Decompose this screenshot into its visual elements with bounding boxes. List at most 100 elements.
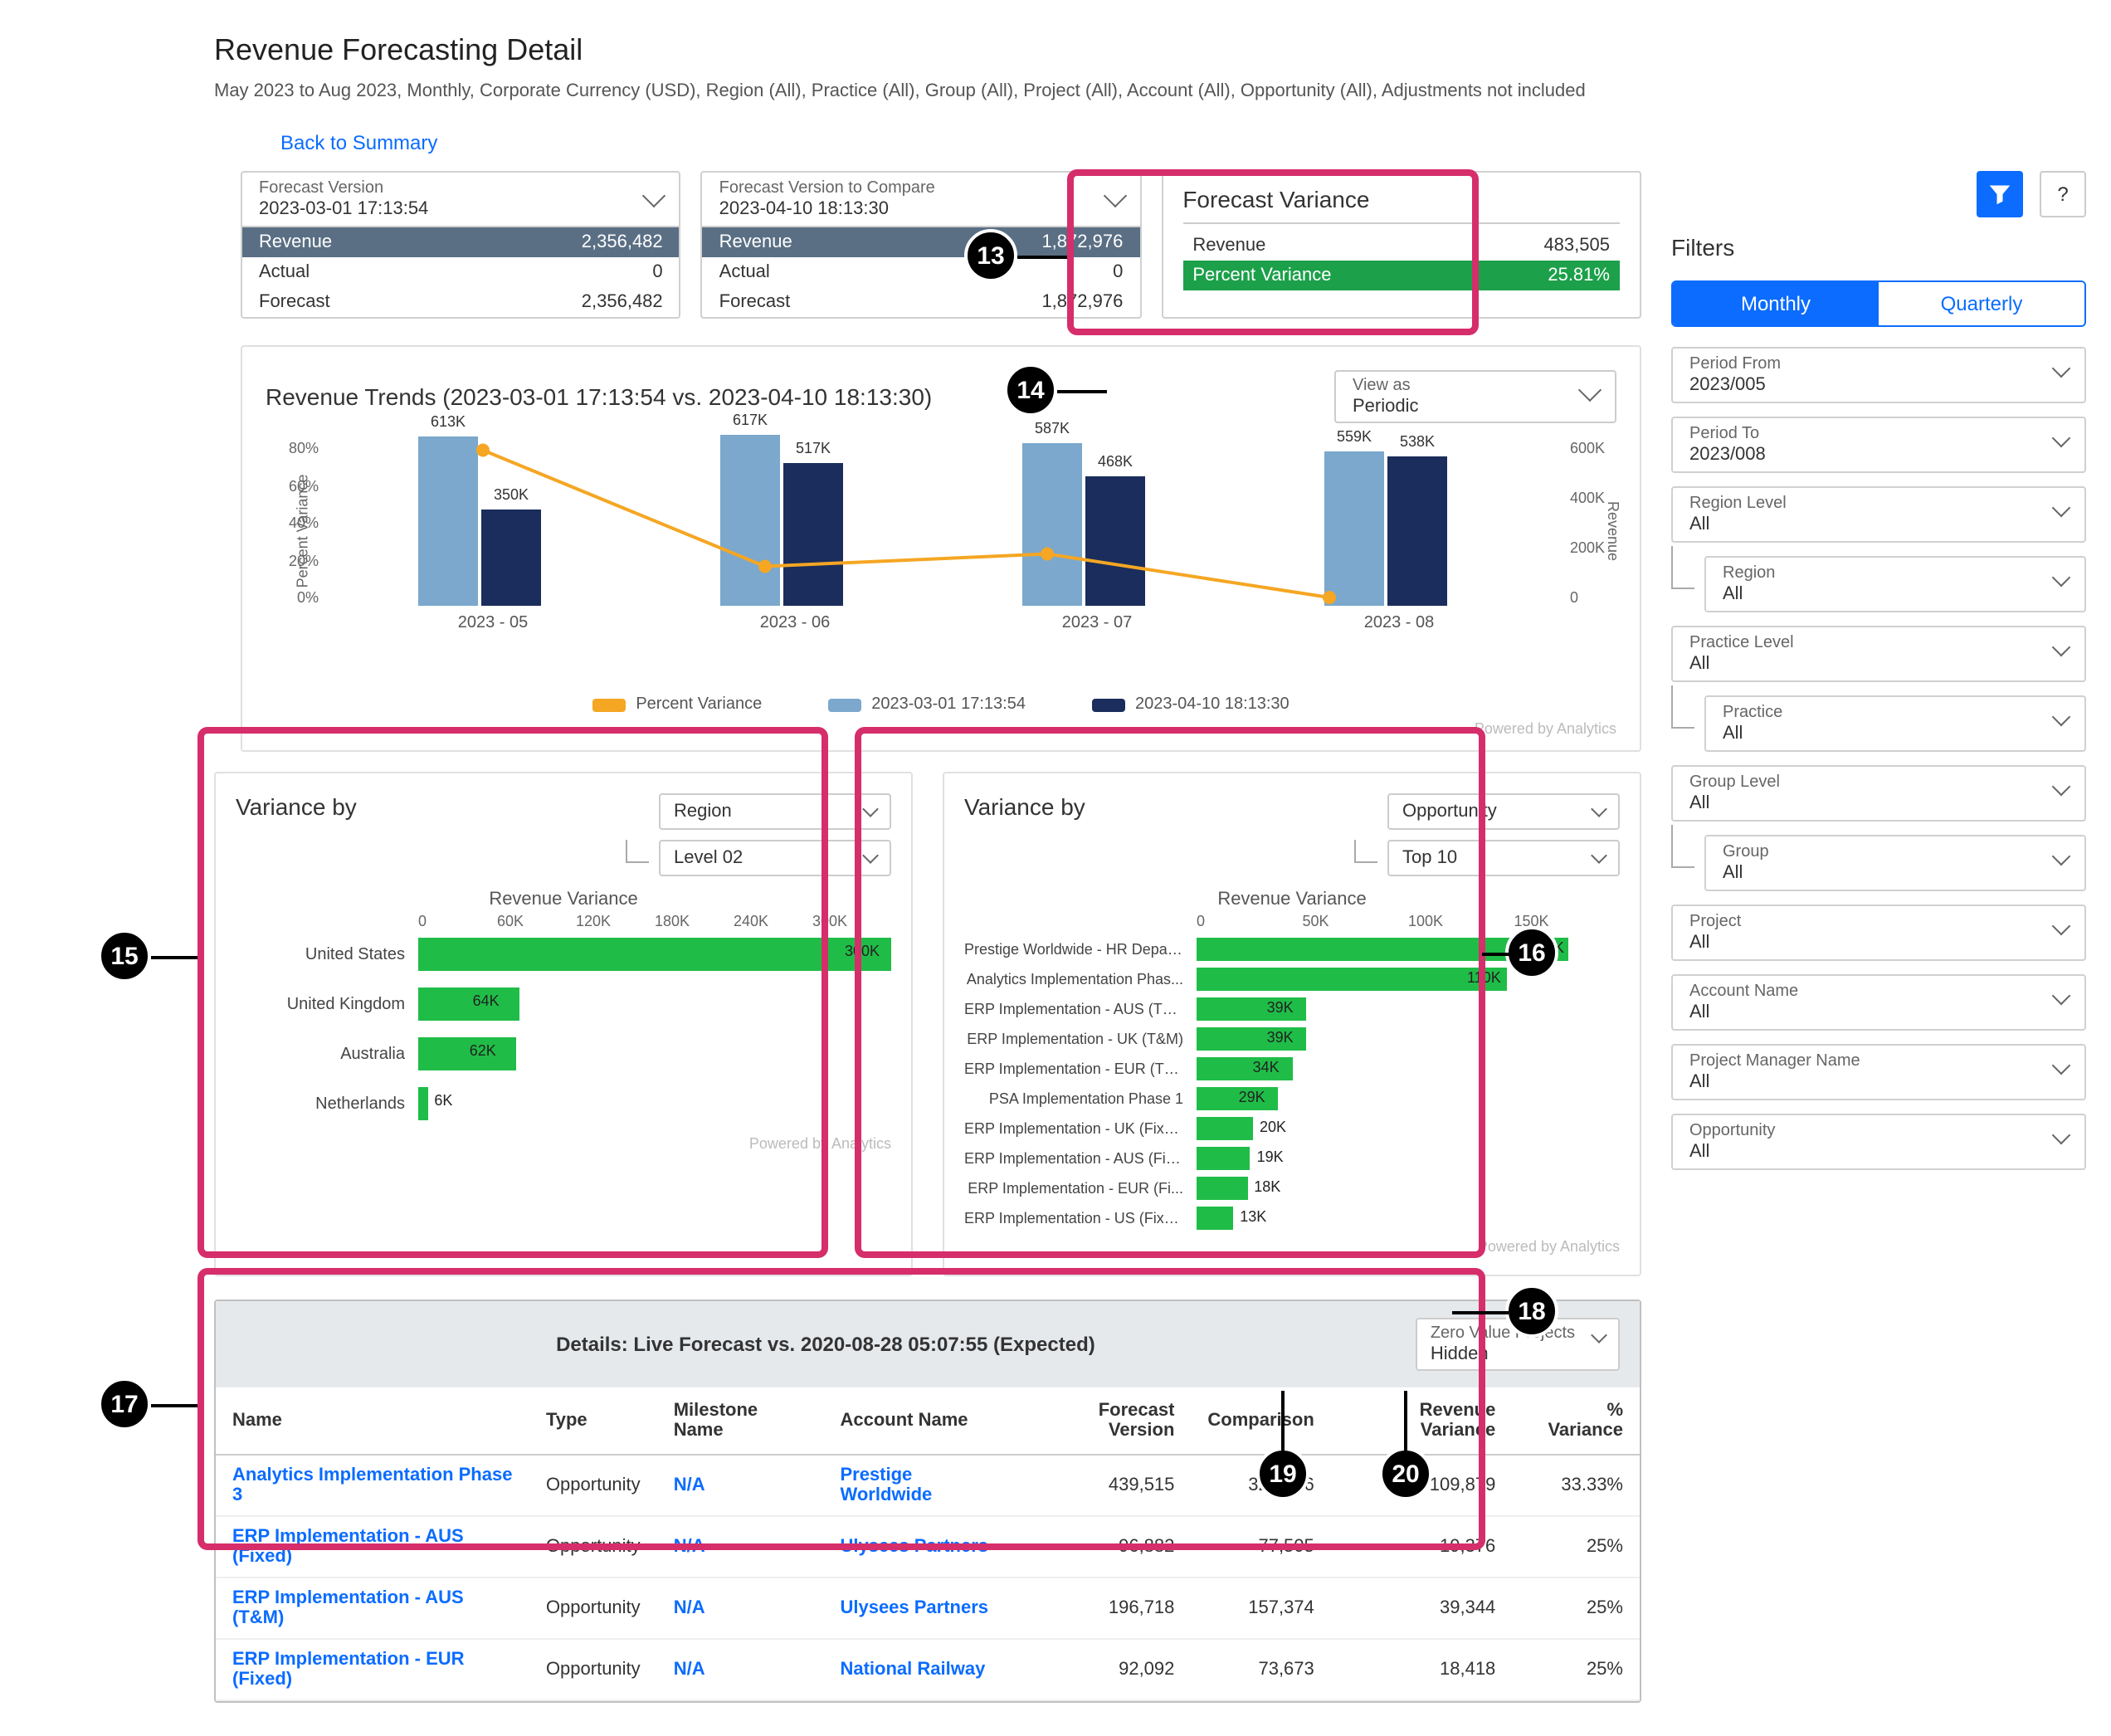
variance-percent-row: Percent Variance25.81% [1182,261,1620,290]
table-row: ERP Implementation - AUS (T&M)Opportunit… [216,1578,1640,1639]
forecast-version-select[interactable]: Forecast Version 2023-03-01 17:13:54 [242,173,680,227]
chevron-down-icon [1103,184,1126,207]
chevron-down-icon [2052,638,2071,657]
table-row: ERP Implementation - AUS (Fixed)Opportun… [216,1516,1640,1578]
project-link[interactable]: ERP Implementation - EUR (Fixed) [232,1650,465,1690]
filter-select[interactable]: Period From2023/005 [1671,347,2086,403]
filter-summary-text: May 2023 to Aug 2023, Monthly, Corporate… [214,81,2086,101]
chevron-down-icon [1591,1327,1607,1343]
account-link[interactable]: National Railway [840,1660,985,1680]
select-value: Periodic [1353,397,1568,417]
back-to-summary-link[interactable]: Back to Summary [280,131,437,154]
col-pct-variance[interactable]: % Variance [1512,1387,1640,1455]
filter-select[interactable]: Period To2023/008 [1671,417,2086,473]
callout-15: 15 [98,929,151,983]
details-table: Name Type Milestone Name Account Name Fo… [216,1387,1640,1701]
chevron-down-icon [643,184,666,207]
col-forecast-version[interactable]: Forecast Version [1018,1387,1192,1455]
milestone-link[interactable]: N/A [674,1598,705,1618]
chevron-down-icon [2052,429,2071,448]
chevron-down-icon [862,847,879,864]
milestone-link[interactable]: N/A [674,1537,705,1557]
hbar-row: United Kingdom64K [236,986,891,1022]
bar-group: 587K 468K 2023 - 07 [1022,440,1172,606]
select-label: Forecast Version [259,179,428,199]
callout-13: 13 [964,229,1017,282]
account-link[interactable]: Ulysees Partners [840,1598,988,1618]
page-title: Revenue Forecasting Detail [214,33,2086,68]
trends-chart: Percent Variance Revenue 80%60%40%20%0% … [325,440,1567,656]
hbar-row: ERP Implementation - AUS (T&...39K [964,996,1620,1022]
hbar-row: ERP Implementation - EUR (T&...34K [964,1056,1620,1082]
account-link[interactable]: Prestige Worldwide [840,1465,932,1505]
filter-select[interactable]: Group LevelAll [1671,765,2086,822]
help-button[interactable]: ? [2040,171,2086,217]
chevron-down-icon [2052,1056,2071,1075]
view-as-select[interactable]: View as Periodic [1334,370,1616,423]
filter-select[interactable]: ProjectAll [1671,905,2086,961]
milestone-link[interactable]: N/A [674,1475,705,1495]
col-revenue-variance[interactable]: Revenue Variance [1331,1387,1513,1455]
col-comparison[interactable]: Comparison [1191,1387,1330,1455]
project-link[interactable]: Analytics Implementation Phase 3 [232,1465,512,1505]
powered-by-text: Powered by Analytics [266,720,1616,737]
account-link[interactable]: Ulysees Partners [840,1537,988,1557]
forecast-version-compare-select[interactable]: Forecast Version to Compare 2023-04-10 1… [703,173,1140,227]
variance-level-select[interactable]: Level 02 [659,840,891,876]
milestone-link[interactable]: N/A [674,1660,705,1680]
filter-select[interactable]: Project Manager NameAll [1671,1044,2086,1100]
variance-revenue-row: Revenue483,505 [1182,231,1620,261]
filter-select[interactable]: OpportunityAll [1671,1114,2086,1170]
period-segment: Monthly Quarterly [1671,280,2086,327]
variance-dimension-select[interactable]: Region [659,793,891,830]
callout-17: 17 [98,1378,151,1431]
select-label: Forecast Version to Compare [719,179,935,199]
bar-group: 559K 538K 2023 - 08 [1324,440,1474,606]
forecast-version-card: Forecast Version 2023-03-01 17:13:54 Rev… [241,171,681,319]
hbar-row: Australia62K [236,1036,891,1072]
col-milestone[interactable]: Milestone Name [657,1387,824,1455]
filter-select[interactable]: GroupAll [1704,835,2086,891]
project-link[interactable]: ERP Implementation - AUS (Fixed) [232,1527,464,1567]
question-icon: ? [2057,183,2068,206]
card-title: Forecast Variance [1182,186,1620,224]
callout-20: 20 [1379,1447,1432,1500]
card-title: Variance by [964,793,1085,820]
filter-select[interactable]: RegionAll [1704,556,2086,612]
chevron-down-icon [2052,987,2071,1006]
variance-topn-select[interactable]: Top 10 [1387,840,1620,876]
variance-by-opportunity-card: Variance by Opportunity Top 10 Revenue V… [943,772,1641,1276]
filter-select[interactable]: Practice LevelAll [1671,626,2086,682]
chevron-down-icon [1591,847,1607,864]
chart-title: Revenue Variance [236,890,891,909]
revenue-header-row: Revenue2,356,482 [242,227,680,257]
funnel-icon [1988,183,2011,206]
filter-select[interactable]: Region LevelAll [1671,486,2086,543]
col-name[interactable]: Name [216,1387,529,1455]
callout-16: 16 [1505,926,1558,979]
bar-group: 617K 517K 2023 - 06 [720,440,870,606]
select-value: 2023-03-01 17:13:54 [259,199,428,219]
card-title: Revenue Trends (2023-03-01 17:13:54 vs. … [266,383,932,410]
filter-select[interactable]: PracticeAll [1704,695,2086,752]
y-axis-right-ticks: 600K400K200K0 [1570,440,1616,606]
forecast-row: Forecast1,872,976 [703,287,1140,317]
chevron-down-icon [2052,499,2071,518]
chevron-down-icon [862,801,879,817]
col-type[interactable]: Type [529,1387,657,1455]
chevron-down-icon [2052,1126,2071,1145]
hbar-row: United States300K [236,936,891,973]
segment-quarterly[interactable]: Quarterly [1879,282,2084,325]
card-title: Variance by [236,793,357,820]
chevron-down-icon [2052,778,2071,797]
variance-dimension-select[interactable]: Opportunity [1387,793,1620,830]
col-account[interactable]: Account Name [823,1387,1017,1455]
chevron-down-icon [2052,568,2071,588]
powered-by-text: Powered by Analytics [964,1238,1620,1255]
project-link[interactable]: ERP Implementation - AUS (T&M) [232,1588,464,1628]
hbar-row: Netherlands6K [236,1085,891,1122]
segment-monthly[interactable]: Monthly [1673,282,1879,325]
filter-select[interactable]: Account NameAll [1671,974,2086,1031]
filter-toggle-button[interactable] [1977,171,2023,217]
select-label: Zero Value Projects [1431,1324,1575,1344]
